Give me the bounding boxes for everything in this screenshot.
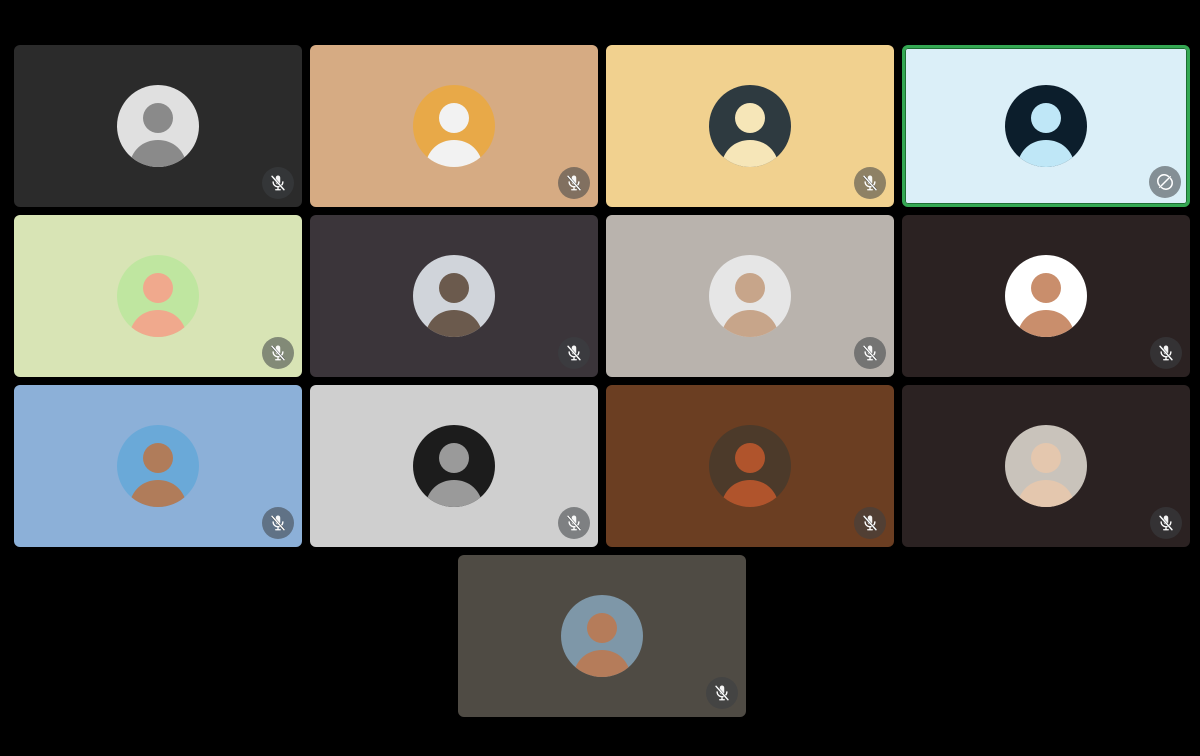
participant-tile[interactable] [458, 555, 746, 717]
participant-avatar [561, 595, 643, 677]
participant-avatar [1005, 255, 1087, 337]
mic-off-icon[interactable] [558, 167, 590, 199]
participant-tile[interactable] [14, 45, 302, 207]
mic-off-icon[interactable] [262, 337, 294, 369]
participant-avatar [413, 425, 495, 507]
participant-tile[interactable] [14, 385, 302, 547]
mic-off-icon[interactable] [1150, 337, 1182, 369]
participant-tile-speaking[interactable] [902, 45, 1190, 207]
participant-avatar [117, 255, 199, 337]
participant-tile[interactable] [310, 215, 598, 377]
mic-off-icon[interactable] [706, 677, 738, 709]
mic-off-icon[interactable] [854, 507, 886, 539]
participant-tile[interactable] [902, 385, 1190, 547]
participant-avatar [709, 85, 791, 167]
speaking-icon[interactable] [1149, 166, 1181, 198]
participant-tile[interactable] [310, 385, 598, 547]
participant-tile[interactable] [606, 45, 894, 207]
mic-off-icon[interactable] [854, 337, 886, 369]
participant-avatar [413, 255, 495, 337]
mic-off-icon[interactable] [558, 507, 590, 539]
mic-off-icon[interactable] [262, 167, 294, 199]
participant-avatar [1005, 425, 1087, 507]
participant-tile[interactable] [606, 385, 894, 547]
participant-tile[interactable] [606, 215, 894, 377]
mic-off-icon[interactable] [558, 337, 590, 369]
participant-avatar [117, 425, 199, 507]
participant-tile[interactable] [310, 45, 598, 207]
participant-avatar [413, 85, 495, 167]
participant-avatar [117, 85, 199, 167]
participant-avatar [709, 255, 791, 337]
participant-tile[interactable] [902, 215, 1190, 377]
mic-off-icon[interactable] [854, 167, 886, 199]
meeting-grid [0, 0, 1200, 756]
mic-off-icon[interactable] [262, 507, 294, 539]
participant-avatar [1005, 85, 1087, 167]
participant-avatar [709, 425, 791, 507]
mic-off-icon[interactable] [1150, 507, 1182, 539]
participant-tile[interactable] [14, 215, 302, 377]
